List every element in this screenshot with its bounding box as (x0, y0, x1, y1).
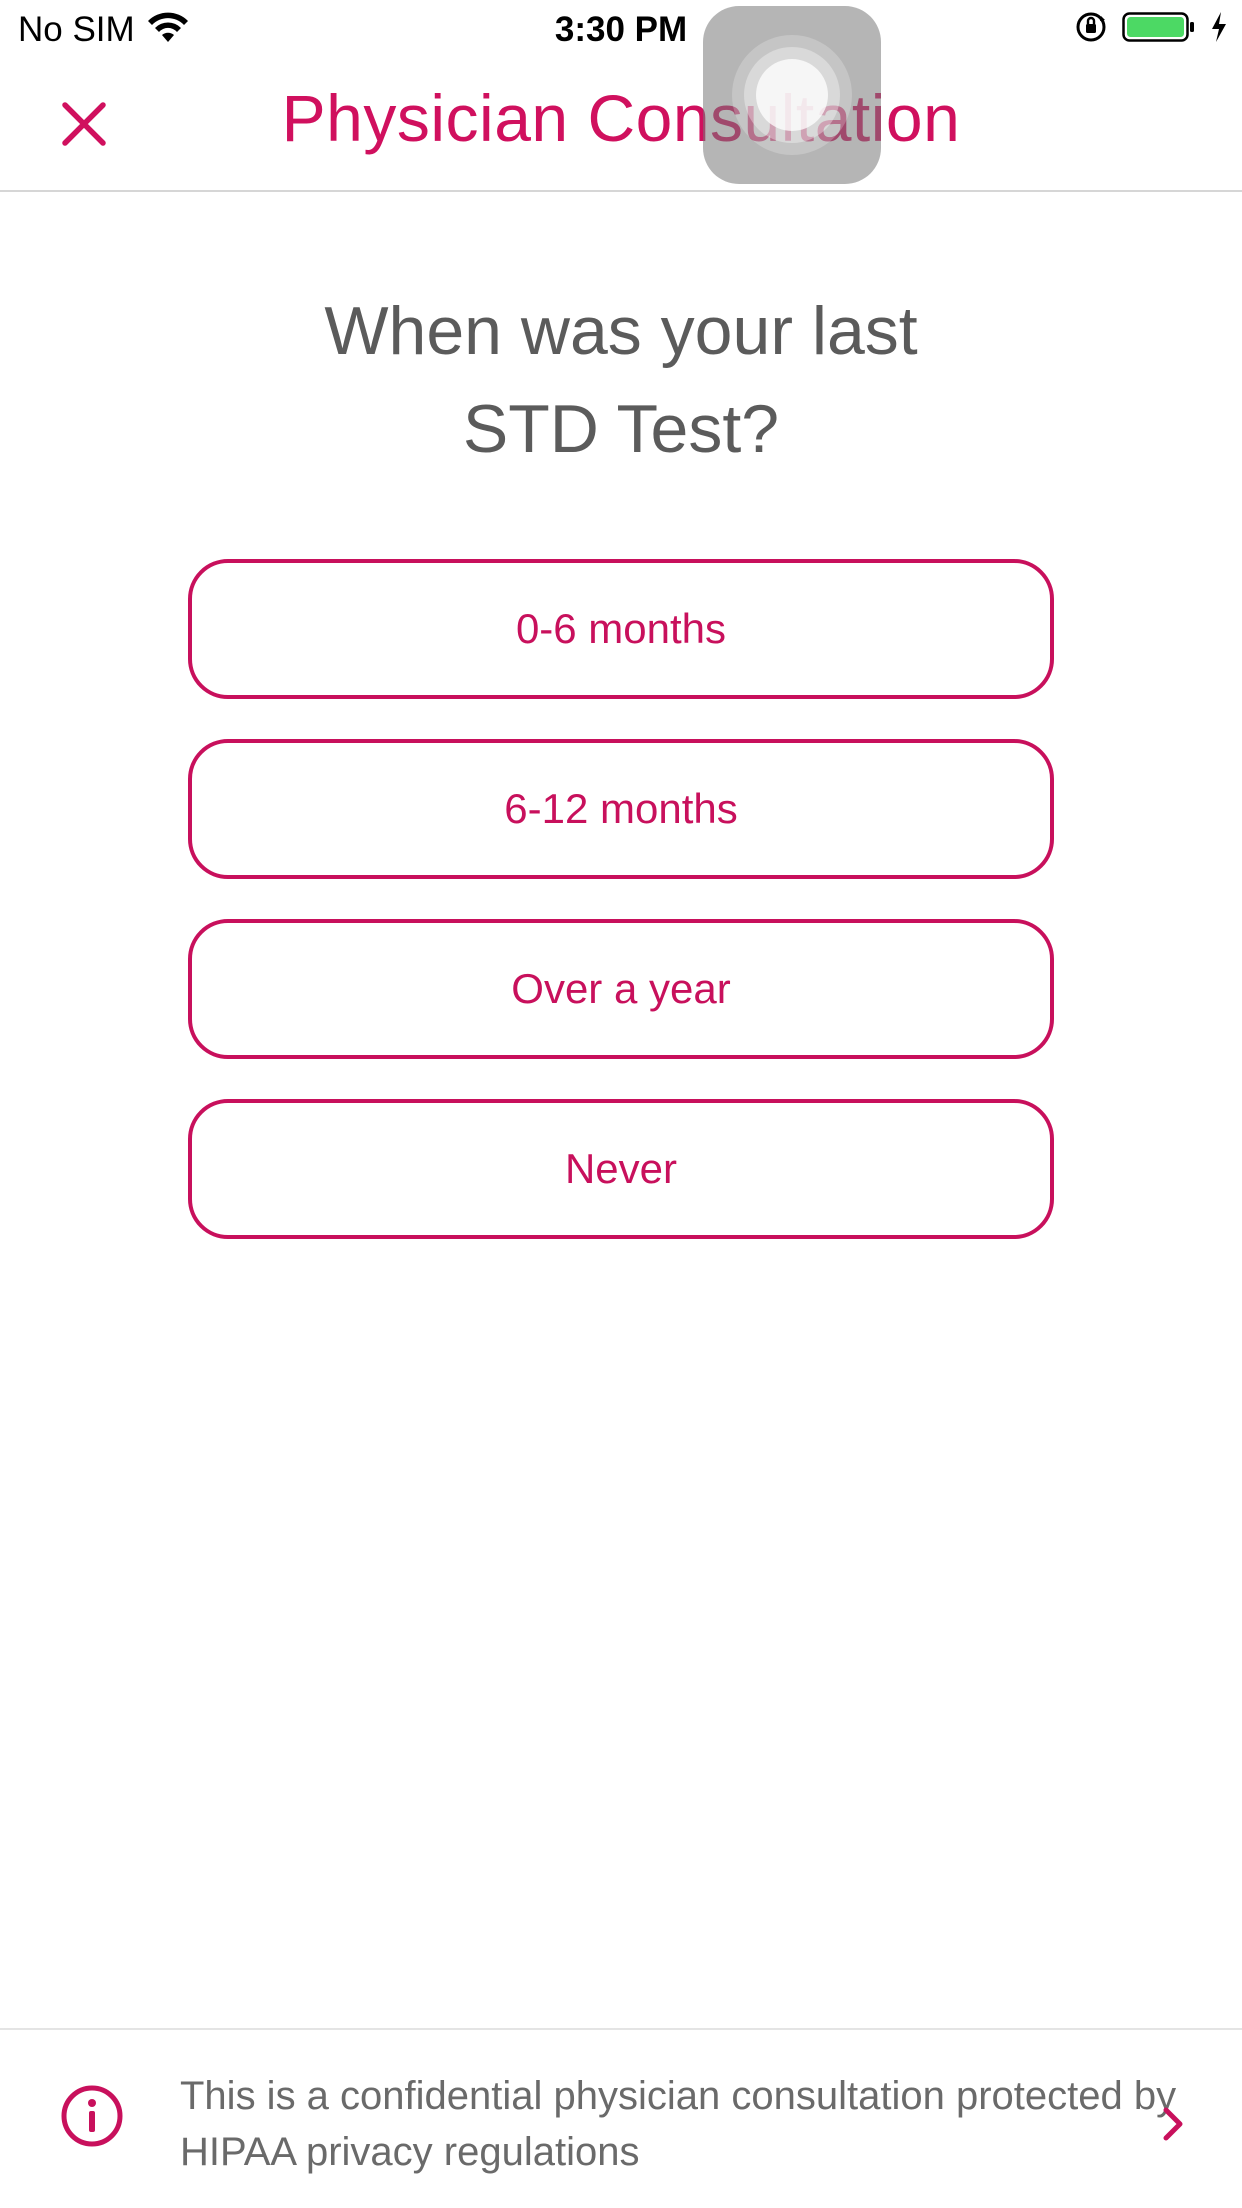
option-over-a-year[interactable]: Over a year (188, 919, 1054, 1059)
charging-icon (1210, 10, 1228, 49)
option-never[interactable]: Never (188, 1099, 1054, 1239)
status-right (1074, 10, 1228, 49)
privacy-footer[interactable]: This is a confidential physician consult… (0, 2028, 1242, 2208)
orientation-lock-icon (1074, 10, 1108, 49)
nav-title: Physician Consultation (281, 81, 961, 155)
nav-bar: Physician Consultation (0, 62, 1242, 192)
question-line-2: STD Test? (462, 391, 780, 467)
question-heading: When was your last STD Test? (221, 282, 1021, 478)
assistive-touch-button[interactable] (703, 6, 881, 184)
info-icon (61, 2085, 123, 2147)
option-0-6-months[interactable]: 0-6 months (188, 559, 1054, 699)
option-6-12-months[interactable]: 6-12 months (188, 739, 1054, 879)
status-time: 3:30 PM (554, 10, 688, 49)
chevron-right-icon[interactable] (1158, 2104, 1188, 2144)
screen: No SIM 3:30 PM Physician Consultation Wh… (0, 0, 1242, 2208)
privacy-notice-text: This is a confidential physician consult… (180, 2074, 1177, 2174)
assistive-touch-core (756, 59, 828, 131)
status-bar: No SIM 3:30 PM (0, 0, 1242, 62)
answer-options: 0-6 months 6-12 months Over a year Never (188, 559, 1054, 1279)
question-line-1: When was your last (324, 293, 918, 369)
battery-icon (1122, 10, 1196, 49)
